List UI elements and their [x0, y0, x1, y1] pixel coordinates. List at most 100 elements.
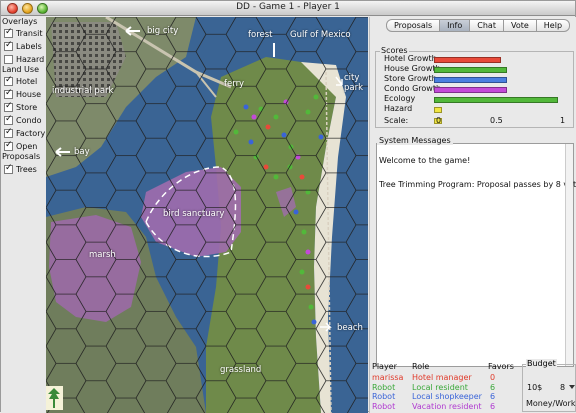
checkbox-icon[interactable]	[4, 75, 13, 86]
land-use-factory-toggle[interactable]: Factory	[4, 127, 46, 139]
checkbox-icon[interactable]	[4, 88, 13, 99]
land-use-factory-label: Factory	[16, 129, 46, 138]
map-label-industrial-park: industrial park	[52, 86, 114, 96]
budget-work-value[interactable]: 8	[560, 383, 565, 392]
info-panel: Proposals Info Chat Vote Help Scores Hot…	[369, 17, 576, 413]
player-role: Vacation resident	[412, 401, 482, 411]
checkbox-icon[interactable]	[4, 140, 13, 151]
player-role: Local shopkeeper	[412, 392, 482, 401]
map-label-city-park: city park	[344, 73, 364, 93]
score-label: Hotel Growth	[384, 54, 437, 63]
score-label: Ecology	[384, 94, 416, 103]
score-bar	[434, 97, 558, 103]
map-label-bay: bay	[74, 147, 90, 157]
scores-group: Scores Hotel Growth House Growth Store Gro…	[375, 46, 574, 128]
score-label: House Growth	[384, 64, 441, 73]
checkbox-icon[interactable]	[4, 114, 13, 125]
land-use-store-toggle[interactable]: Store	[4, 101, 38, 113]
player-name: Robot	[372, 401, 396, 411]
overlay-hazard-toggle[interactable]: Hazard	[4, 54, 44, 65]
work-dropdown-icon[interactable]	[569, 385, 575, 389]
budget-money: 10$	[527, 383, 543, 392]
tab-chat[interactable]: Chat	[470, 19, 504, 32]
map-label-beach: beach	[337, 323, 363, 333]
checkbox-icon[interactable]	[4, 40, 13, 51]
game-map[interactable]: big city forest Gulf of Mexico industria…	[46, 17, 368, 413]
overlay-labels-toggle[interactable]: Labels	[4, 40, 42, 52]
score-bar	[434, 77, 507, 83]
checkbox-icon[interactable]	[4, 101, 13, 112]
scale-tick-0: 0	[436, 116, 442, 125]
score-bar	[434, 67, 507, 73]
message-line: Tree Trimming Program: Proposal passes b…	[379, 180, 576, 189]
layer-panel: Overlays Transit Labels Hazard Land Use …	[1, 17, 46, 413]
player-column-header: Player	[372, 362, 397, 371]
tab-bar: Proposals Info Chat Vote Help	[386, 19, 571, 32]
land-use-hotel-toggle[interactable]: Hotel	[4, 75, 38, 87]
score-bar	[434, 107, 442, 113]
messages-scrollbar[interactable]	[565, 144, 573, 366]
land-use-hotel-label: Hotel	[16, 77, 38, 86]
land-use-open-toggle[interactable]: Open	[4, 140, 38, 152]
tab-help[interactable]: Help	[536, 19, 571, 32]
score-bar	[434, 57, 501, 63]
scale-tick-half: 0.5	[490, 116, 503, 125]
checkbox-icon[interactable]	[4, 27, 13, 38]
overlay-labels-label: Labels	[16, 42, 42, 51]
tab-vote[interactable]: Vote	[503, 19, 537, 32]
player-name: marissa	[372, 373, 404, 382]
player-name: Robot	[372, 382, 396, 392]
proposal-trees-label: Trees	[16, 165, 37, 174]
map-label-big-city: big city	[147, 26, 179, 36]
land-use-house-label: House	[16, 90, 42, 99]
budget-title: Budget	[526, 359, 557, 368]
tab-info[interactable]: Info	[440, 19, 471, 32]
score-label: Hazard	[384, 104, 413, 113]
land-use-header: Land Use	[2, 65, 39, 74]
overlay-transit-toggle[interactable]: Transit	[4, 27, 43, 39]
player-favors: 6	[490, 401, 496, 411]
proposals-header: Proposals	[2, 152, 41, 161]
checkbox-icon[interactable]	[4, 55, 13, 64]
map-label-grassland: grassland	[220, 365, 262, 375]
overlay-transit-label: Transit	[16, 29, 43, 38]
window-title: DD - Game 1 - Player 1	[236, 2, 340, 12]
checkbox-icon[interactable]	[4, 163, 13, 174]
map-label-bird-sanctuary: bird sanctuary	[163, 209, 225, 219]
player-favors: 0	[490, 373, 496, 382]
app-window: DD - Game 1 - Player 1 Overlays Transit …	[0, 0, 576, 413]
map-label-marsh: marsh	[89, 250, 116, 260]
checkbox-icon[interactable]	[4, 127, 13, 138]
message-line: Welcome to the game!	[379, 156, 471, 165]
score-label: Condo Growth	[384, 84, 442, 93]
player-role: Hotel manager	[412, 373, 472, 382]
scale-tick-1: 1	[560, 116, 566, 125]
title-bar: DD - Game 1 - Player 1	[1, 1, 575, 16]
role-column-header: Role	[412, 362, 430, 371]
system-messages-title: System Messages	[377, 136, 453, 145]
land-use-condo-toggle[interactable]: Condo	[4, 114, 42, 126]
player-favors: 6	[490, 382, 496, 392]
budget-group: Budget 10$ 8 Money/Work	[522, 359, 576, 412]
score-label: Store Growth	[384, 74, 437, 83]
favors-column-header: Favors	[488, 362, 514, 371]
land-use-store-label: Store	[16, 103, 38, 112]
land-use-open-label: Open	[16, 142, 38, 151]
map-label-gulf: Gulf of Mexico	[290, 30, 351, 40]
proposal-trees-toggle[interactable]: Trees	[4, 163, 37, 175]
budget-label: Money/Work	[526, 399, 576, 408]
land-use-house-toggle[interactable]: House	[4, 88, 42, 100]
map-label-forest: forest	[248, 30, 273, 40]
map-label-ferry: ferry	[224, 79, 245, 89]
overlays-header: Overlays	[2, 17, 38, 26]
land-use-condo-label: Condo	[16, 116, 42, 125]
scale-label: Scale:	[384, 116, 409, 125]
player-favors: 6	[490, 392, 496, 401]
player-role: Local resident	[412, 382, 468, 392]
overlay-hazard-label: Hazard	[16, 55, 45, 64]
player-name: Robot	[372, 392, 396, 401]
tab-proposals[interactable]: Proposals	[386, 19, 441, 32]
system-messages-box[interactable]: System Messages Welcome to the game! Tre…	[376, 136, 576, 367]
players-table: Player Role Favors marissa Hotel manager 0…	[370, 362, 522, 413]
score-bar	[434, 87, 507, 93]
